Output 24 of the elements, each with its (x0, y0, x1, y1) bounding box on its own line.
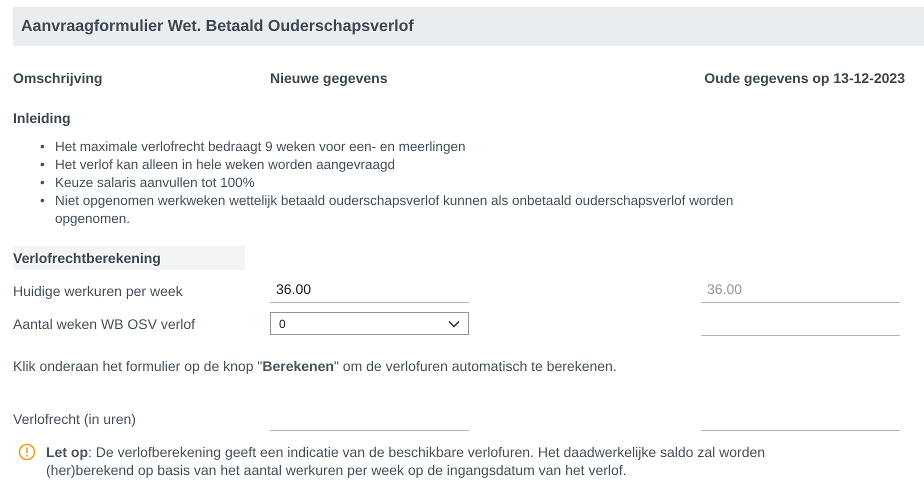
instruction-text: Klik onderaan het formulier op de knop "Berekenen" om de verlofuren automatisch te berekenen. (13, 358, 618, 374)
input-field[interactable]: 36.00 (270, 279, 469, 303)
bullet-marker: • (40, 174, 46, 192)
warning-icon (18, 443, 36, 461)
column-header: Nieuwe gegevens (270, 70, 388, 86)
dropdown[interactable]: 0 (270, 312, 469, 335)
section-heading: Verlofrechtberekening (13, 246, 245, 270)
readonly-field: 36.00 (701, 279, 900, 303)
bullet-marker: • (40, 138, 46, 156)
chevron-down-icon (448, 320, 460, 328)
section-heading: Inleiding (13, 110, 72, 126)
bullet-marker: • (40, 192, 46, 210)
warning-text: Let op: De verlofberekening geeft een indicatie van de beschikbare verlofuren. Het daadwerkelijke saldo zal worden (her)berekend op basis van het aantal werkuren per week op de ingangsdatum van het verlof. (46, 443, 766, 479)
form-title: Aanvraagformulier Wet. Betaald Ouderschapsverlof (21, 18, 414, 36)
field-label: Huidige werkuren per week (13, 283, 184, 301)
bullet-item: Niet opgenomen werkweken wettelijk betaald ouderschapsverlof kunnen als onbetaald ouderschapsverlof worden opgenomen. (55, 192, 734, 228)
bullet-marker: • (40, 156, 46, 174)
bullet-item: Keuze salaris aanvullen tot 100% (55, 174, 256, 192)
column-header: Oude gegevens op 13-12-2023 (704, 70, 905, 86)
field-label: Aantal weken WB OSV verlof (13, 316, 196, 334)
column-header: Omschrijving (13, 70, 104, 86)
bullet-item: Het verlof kan alleen in hele weken worden aangevraagd (55, 156, 396, 174)
bullet-item: Het maximale verlofrecht bedraagt 9 weken voor een- en meerlingen (55, 138, 466, 156)
field-label: Verlofrecht (in uren) (13, 411, 137, 429)
